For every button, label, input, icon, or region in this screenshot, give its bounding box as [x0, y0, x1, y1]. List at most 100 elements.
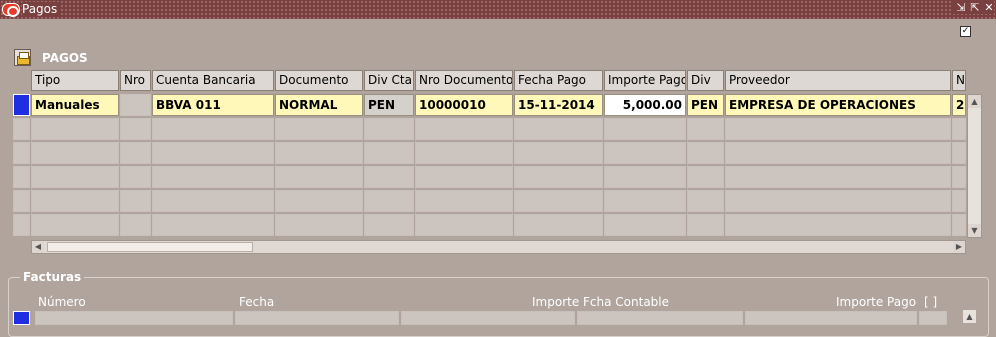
field-fecha-pago[interactable]: 15-11-2014 — [514, 94, 603, 116]
empty-cell[interactable] — [415, 142, 513, 164]
field-div[interactable]: PEN — [687, 94, 724, 116]
empty-cell[interactable] — [152, 214, 274, 236]
empty-cell[interactable] — [275, 142, 363, 164]
field-importe-pago-factura[interactable] — [745, 311, 917, 325]
empty-cell[interactable] — [152, 118, 274, 140]
column-header-fecha-pago: Fecha Pago — [514, 70, 603, 91]
scroll-down-icon[interactable]: ▼ — [968, 224, 981, 237]
field-proveedor[interactable]: EMPRESA DE OPERACIONES — [725, 94, 951, 116]
field-nro-documento[interactable]: 10000010 — [415, 94, 513, 116]
empty-cell[interactable] — [31, 118, 119, 140]
field-documento[interactable]: NORMAL — [275, 94, 363, 116]
field-nro[interactable] — [120, 94, 151, 116]
window-titlebar: Pagos ⇲ ⇱ ✕ — [0, 0, 996, 19]
horizontal-scroll-thumb[interactable] — [47, 242, 253, 252]
close-icon[interactable]: ✕ — [984, 1, 994, 14]
field-fecha[interactable] — [235, 311, 399, 325]
empty-cell[interactable] — [275, 166, 363, 188]
field-div-cta[interactable]: PEN — [364, 94, 414, 116]
field-select[interactable] — [919, 311, 947, 325]
row-selector[interactable] — [13, 190, 30, 212]
row-selector-active[interactable] — [13, 94, 30, 116]
scroll-right-icon[interactable]: ▶ — [953, 241, 965, 253]
empty-cell[interactable] — [687, 166, 724, 188]
empty-cell[interactable] — [31, 166, 119, 188]
empty-cell[interactable] — [514, 118, 603, 140]
empty-cell[interactable] — [275, 190, 363, 212]
empty-cell[interactable] — [152, 190, 274, 212]
empty-cell[interactable] — [604, 166, 686, 188]
row-selector[interactable] — [13, 214, 30, 236]
field-numero[interactable] — [35, 311, 233, 325]
empty-cell[interactable] — [604, 118, 686, 140]
empty-cell[interactable] — [364, 166, 414, 188]
vertical-scrollbar[interactable]: ▲ ▼ — [967, 94, 982, 238]
horizontal-scrollbar[interactable]: ◀ ▶ — [31, 240, 966, 254]
field-tipo[interactable]: Manuales — [31, 94, 119, 116]
field-importe-pago[interactable]: 5,000.00 — [604, 94, 686, 116]
empty-cell[interactable] — [514, 142, 603, 164]
empty-cell[interactable] — [364, 190, 414, 212]
empty-cell[interactable] — [275, 214, 363, 236]
empty-cell[interactable] — [120, 166, 151, 188]
empty-cell[interactable] — [31, 142, 119, 164]
section-title-facturas: Facturas — [20, 270, 85, 284]
field-importe-fcha[interactable] — [401, 311, 575, 325]
empty-cell[interactable] — [275, 118, 363, 140]
facturas-scroll-up-icon[interactable]: ▲ — [963, 310, 976, 323]
empty-cell[interactable] — [725, 142, 951, 164]
field-n[interactable]: 20 — [952, 94, 966, 116]
empty-cell[interactable] — [952, 214, 966, 236]
empty-cell[interactable] — [604, 214, 686, 236]
empty-cell[interactable] — [31, 214, 119, 236]
field-cuenta-bancaria[interactable]: BBVA 011 — [152, 94, 274, 116]
row-selector[interactable] — [13, 142, 30, 164]
empty-cell[interactable] — [415, 118, 513, 140]
column-header-tipo: Tipo — [31, 70, 119, 91]
empty-cell[interactable] — [152, 142, 274, 164]
factura-row-selector[interactable] — [13, 311, 30, 325]
empty-cell[interactable] — [514, 190, 603, 212]
empty-cell[interactable] — [364, 214, 414, 236]
scroll-left-icon[interactable]: ◀ — [32, 241, 44, 253]
empty-cell[interactable] — [687, 190, 724, 212]
empty-cell[interactable] — [725, 166, 951, 188]
empty-cell[interactable] — [120, 118, 151, 140]
column-header-select: [ ] — [924, 295, 938, 309]
field-importe-fcha-contable[interactable] — [577, 311, 743, 325]
row-selector[interactable] — [13, 118, 30, 140]
empty-cell[interactable] — [415, 190, 513, 212]
empty-cell[interactable] — [514, 166, 603, 188]
empty-cell[interactable] — [725, 214, 951, 236]
empty-cell[interactable] — [952, 118, 966, 140]
empty-cell[interactable] — [952, 190, 966, 212]
empty-cell[interactable] — [725, 190, 951, 212]
scroll-up-icon[interactable]: ▲ — [968, 95, 981, 108]
empty-cell[interactable] — [604, 142, 686, 164]
empty-cell[interactable] — [725, 118, 951, 140]
empty-cell[interactable] — [120, 190, 151, 212]
empty-cell[interactable] — [952, 142, 966, 164]
maximize-icon[interactable]: ⇱ — [970, 1, 980, 14]
empty-cell[interactable] — [687, 118, 724, 140]
empty-cell[interactable] — [152, 166, 274, 188]
empty-cell[interactable] — [364, 118, 414, 140]
row-selector[interactable] — [13, 166, 30, 188]
section-title-pagos: PAGOS — [42, 51, 88, 65]
empty-cell[interactable] — [687, 214, 724, 236]
empty-cell[interactable] — [687, 142, 724, 164]
close-checkbox-icon[interactable]: ✓ — [960, 26, 971, 37]
empty-cell[interactable] — [415, 214, 513, 236]
empty-cell[interactable] — [952, 166, 966, 188]
column-header-cuenta: Cuenta Bancaria — [152, 70, 274, 91]
empty-cell[interactable] — [31, 190, 119, 212]
empty-cell[interactable] — [120, 142, 151, 164]
folder-open-icon[interactable] — [14, 49, 31, 66]
empty-cell[interactable] — [364, 142, 414, 164]
column-header-div: Div — [687, 70, 724, 91]
empty-cell[interactable] — [604, 190, 686, 212]
empty-cell[interactable] — [415, 166, 513, 188]
minimize-icon[interactable]: ⇲ — [956, 1, 966, 14]
empty-cell[interactable] — [514, 214, 603, 236]
empty-cell[interactable] — [120, 214, 151, 236]
